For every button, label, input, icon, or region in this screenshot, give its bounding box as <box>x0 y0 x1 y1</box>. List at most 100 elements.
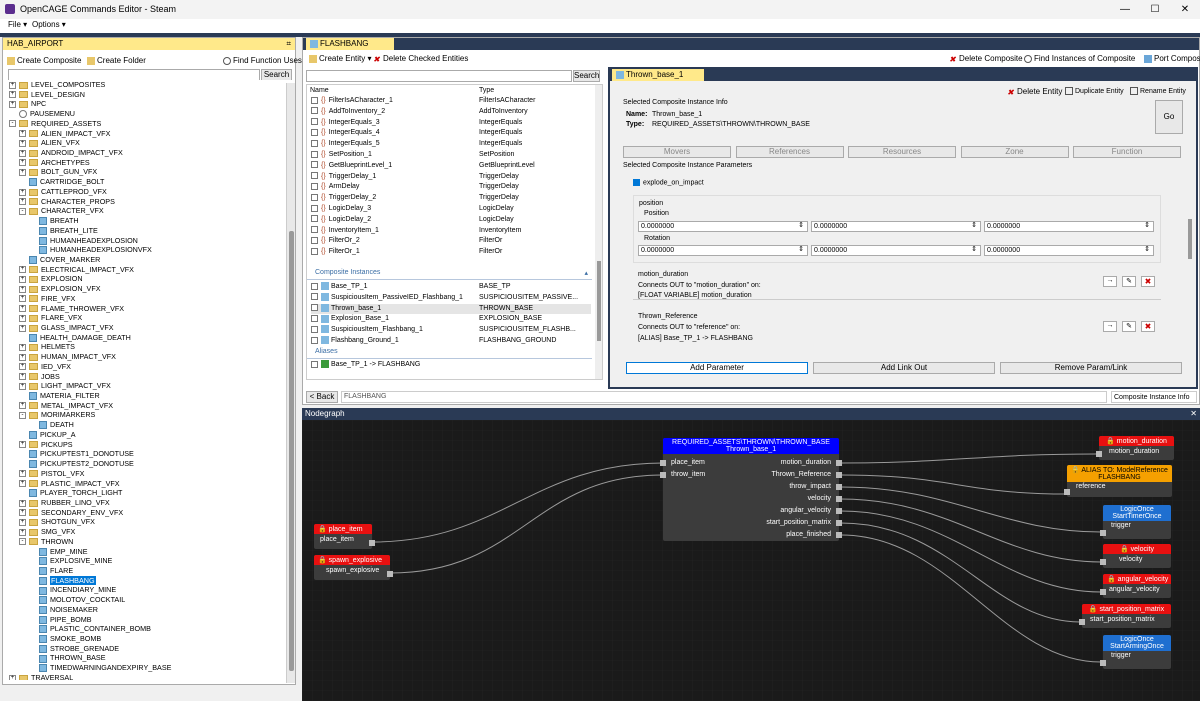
remove-x-icon[interactable]: ✖ <box>1141 276 1155 287</box>
expand-icon[interactable]: + <box>19 159 26 167</box>
remove-x-icon[interactable]: ✖ <box>1141 321 1155 332</box>
row-checkbox[interactable] <box>311 282 318 290</box>
inspector-tab[interactable]: References <box>735 146 844 158</box>
expand-icon[interactable]: + <box>19 363 26 371</box>
position-field[interactable]: 0.0000000 <box>638 221 808 232</box>
rotation-field[interactable]: 0.0000000 <box>638 245 808 256</box>
input-port[interactable] <box>1064 489 1070 495</box>
tree-item[interactable]: + CATTLEPROD_VFX <box>19 187 107 197</box>
delete-checked-button[interactable]: ✖ Delete Checked Entities <box>373 54 468 64</box>
node-thrown-base[interactable]: REQUIRED_ASSETS\THROWN\THROWN_BASE Thrown… <box>660 438 842 541</box>
row-checkbox[interactable] <box>311 325 318 333</box>
close-icon[interactable]: ✕ <box>1190 409 1197 418</box>
collapse-icon[interactable]: - <box>19 412 26 420</box>
row-checkbox[interactable] <box>311 150 318 158</box>
entity-row[interactable]: {} IntegerEquals_5 IntegerEquals <box>311 139 591 150</box>
tree-item[interactable]: - THROWN <box>19 537 73 547</box>
expand-icon[interactable]: + <box>19 402 26 410</box>
scrollbar-thumb[interactable] <box>597 261 601 341</box>
output-port[interactable] <box>836 484 842 490</box>
add-parameter-button[interactable]: Add Parameter <box>626 362 808 374</box>
tree-item[interactable]: BREATH_LITE <box>29 226 98 236</box>
tree-item[interactable]: HUMANHEADEXPLOSION <box>29 236 138 246</box>
add-link-button[interactable]: Add Link Out <box>813 362 995 374</box>
expand-icon[interactable]: + <box>19 285 26 293</box>
row-checkbox[interactable] <box>311 237 318 245</box>
tree-item[interactable]: HUMANHEADEXPLOSIONVFX <box>29 245 152 255</box>
output-port[interactable] <box>369 540 375 546</box>
expand-icon[interactable]: + <box>19 518 26 526</box>
row-checkbox[interactable] <box>311 293 318 301</box>
input-port[interactable] <box>1100 660 1106 666</box>
expand-icon[interactable]: + <box>19 528 26 536</box>
tree-item[interactable]: + ARCHETYPES <box>19 158 90 168</box>
entity-row[interactable]: {} TriggerDelay_1 TriggerDelay <box>311 172 591 183</box>
position-field[interactable]: 0.0000000 <box>811 221 981 232</box>
entity-row[interactable]: {} GetBlueprintLevel_1 GetBlueprintLevel <box>311 161 591 172</box>
tree-item[interactable]: PAUSEMENU <box>9 109 75 119</box>
rename-entity-button[interactable]: Rename Entity <box>1130 87 1186 95</box>
row-checkbox[interactable] <box>311 360 318 368</box>
position-field[interactable]: 0.0000000 <box>984 221 1154 232</box>
node-logiconce-timer[interactable]: LogicOnce StartTimerOnce trigger <box>1100 505 1171 539</box>
row-checkbox[interactable] <box>311 193 318 201</box>
tree-item[interactable]: BREATH <box>29 216 79 226</box>
node-motion-duration[interactable]: 🔒 motion_duration motion_duration <box>1096 436 1174 460</box>
tree-item[interactable]: DEATH <box>29 420 74 430</box>
row-checkbox[interactable] <box>311 118 318 126</box>
row-checkbox[interactable] <box>311 336 318 344</box>
link-arrow-icon[interactable]: → <box>1103 276 1117 287</box>
expand-icon[interactable]: + <box>19 509 26 517</box>
output-port[interactable] <box>836 532 842 538</box>
entity-row[interactable]: {} FilterIsACharacter_1 FilterIsACharacter <box>311 96 591 107</box>
expand-icon[interactable]: + <box>9 674 16 680</box>
expand-icon[interactable]: + <box>19 295 26 303</box>
expand-icon[interactable]: + <box>19 344 26 352</box>
tab-flashbang[interactable]: FLASHBANG <box>306 38 394 50</box>
inspector-tab[interactable]: Resources <box>848 146 956 158</box>
input-port[interactable] <box>660 460 666 466</box>
tree-item[interactable]: COVER_MARKER <box>19 255 100 265</box>
find-function-button[interactable]: Find Function Uses <box>223 56 302 65</box>
node-logiconce-arming[interactable]: LogicOnce StartArmingOnce trigger <box>1100 635 1171 669</box>
row-checkbox[interactable] <box>311 315 318 323</box>
tree-item[interactable]: + METAL_IMPACT_VFX <box>19 401 113 411</box>
tree-item[interactable]: THROWN_BASE <box>29 653 106 663</box>
row-checkbox[interactable] <box>311 183 318 191</box>
tree-item[interactable]: + SECONDARY_ENV_VFX <box>19 508 123 518</box>
tree-item[interactable]: + IED_VFX <box>19 362 71 372</box>
entity-row[interactable]: {} LogicDelay_2 LogicDelay <box>311 215 591 226</box>
expand-icon[interactable]: + <box>19 470 26 478</box>
expand-icon[interactable]: + <box>19 441 26 449</box>
tree-item[interactable]: + LEVEL_COMPOSITES <box>9 80 105 90</box>
tree-item[interactable]: MATERIA_FILTER <box>19 391 100 401</box>
tree-item[interactable]: + ELECTRICAL_IMPACT_VFX <box>19 265 134 275</box>
tree-item[interactable]: FLASHBANG <box>29 575 96 586</box>
entity-row[interactable]: {} ArmDelay TriggerDelay <box>311 182 591 193</box>
edit-pencil-icon[interactable]: ✎ <box>1122 321 1136 332</box>
expand-icon[interactable]: + <box>19 353 26 361</box>
expand-icon[interactable]: + <box>19 149 26 157</box>
tree-item[interactable]: EXPLOSIVE_MINE <box>29 556 112 566</box>
composite-row[interactable]: SuspiciousItem_PassiveIED_Flashbang_1 SUS… <box>311 292 591 304</box>
create-folder-button[interactable]: Create Folder <box>87 56 146 65</box>
expand-icon[interactable]: + <box>19 324 26 332</box>
expand-icon[interactable]: + <box>9 91 16 99</box>
minimize-button[interactable]: — <box>1110 2 1140 17</box>
tree-scrollbar[interactable] <box>286 83 295 683</box>
tree-item[interactable]: PIPE_BOMB <box>29 615 92 625</box>
tree-item[interactable]: PLASTIC_CONTAINER_BOMB <box>29 624 151 634</box>
output-port[interactable] <box>836 460 842 466</box>
row-checkbox[interactable] <box>311 204 318 212</box>
input-port[interactable] <box>660 472 666 478</box>
maximize-button[interactable]: ☐ <box>1140 2 1170 17</box>
tree-item[interactable]: + LIGHT_IMPACT_VFX <box>19 381 111 391</box>
tree-item[interactable]: + SMG_VFX <box>19 527 75 537</box>
tree-item[interactable]: + FLARE_VFX <box>19 313 82 323</box>
expand-icon[interactable]: + <box>19 305 26 313</box>
edit-pencil-icon[interactable]: ✎ <box>1122 276 1136 287</box>
tree-item[interactable]: + LEVEL_DESIGN <box>9 90 85 100</box>
row-checkbox[interactable] <box>311 226 318 234</box>
spinner-icon[interactable]: ⇕ <box>798 245 804 253</box>
output-port[interactable] <box>836 472 842 478</box>
